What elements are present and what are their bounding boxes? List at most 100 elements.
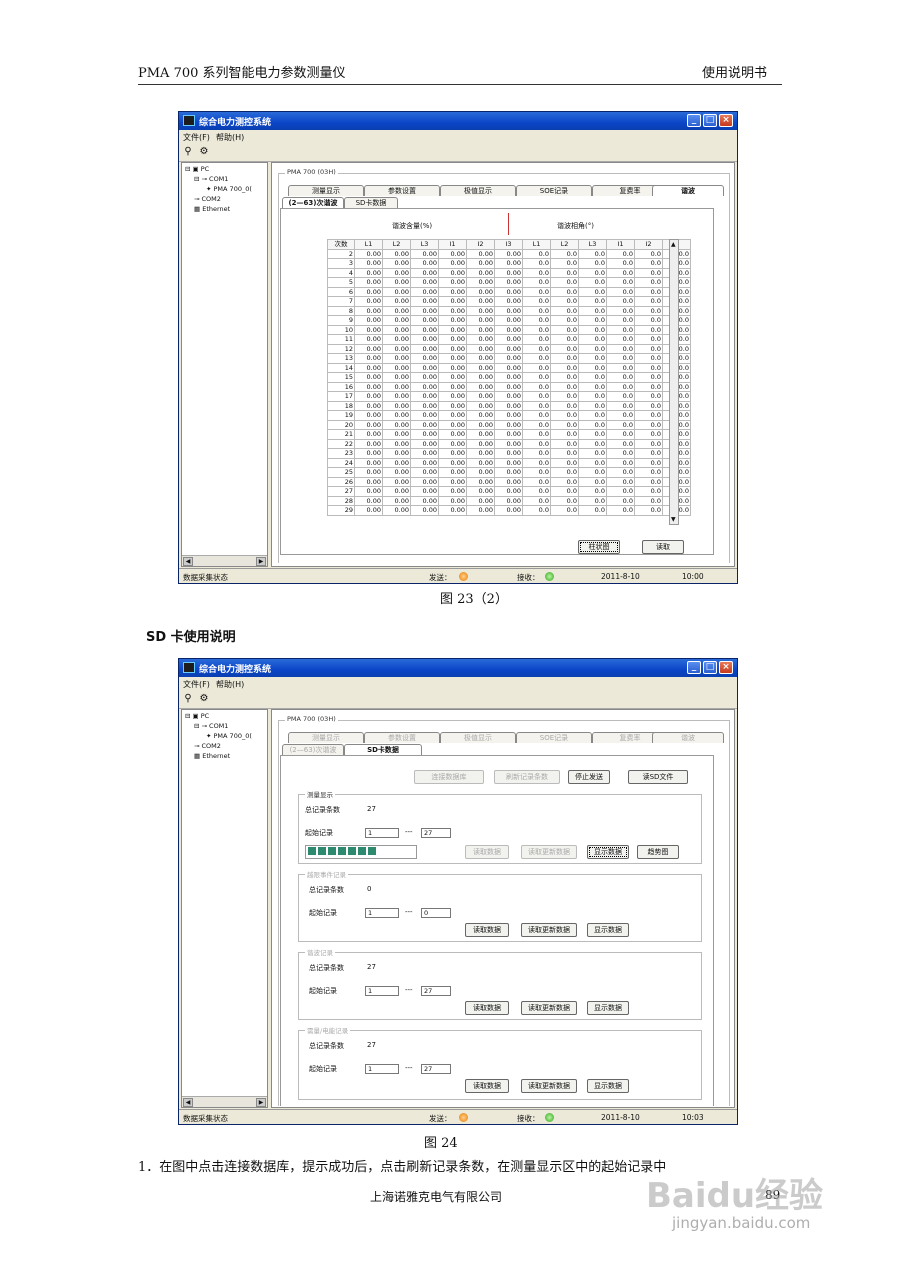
- close-icon[interactable]: ×: [719, 661, 733, 674]
- start-record-from[interactable]: 1: [365, 1064, 399, 1074]
- show-data-button[interactable]: 显示数据: [587, 1079, 629, 1093]
- scroll-right-icon[interactable]: ▶: [256, 1098, 266, 1107]
- tree-node-com2[interactable]: ⊸ COM2: [194, 195, 221, 203]
- subtab-sdcard[interactable]: SD卡数据: [344, 744, 422, 755]
- table-row[interactable]: 18 0.00 0.00 0.00 0.00 0.00 0.00 0.0 0.0 0.0 0.0 0.…: [327, 400, 691, 411]
- column-header[interactable]: L2: [382, 239, 411, 250]
- tree-scrollbar[interactable]: ◀ ▶: [182, 1096, 267, 1107]
- tree-node-device[interactable]: ✦ PMA 700_0(: [206, 732, 252, 740]
- stop-send-button[interactable]: 停止发送: [568, 770, 610, 784]
- show-data-button[interactable]: 显示数据: [587, 923, 629, 937]
- table-row[interactable]: 13 0.00 0.00 0.00 0.00 0.00 0.00 0.0 0.0 0.0 0.0 0.…: [327, 353, 691, 364]
- tree-node-ethernet[interactable]: ▦ Ethernet: [194, 752, 230, 760]
- table-row[interactable]: 9 0.00 0.00 0.00 0.00 0.00 0.00 0.0 0.0 0.0 0.0 0.0…: [327, 315, 691, 326]
- column-header[interactable]: I1: [606, 239, 635, 250]
- column-header[interactable]: I1: [438, 239, 467, 250]
- table-row[interactable]: 11 0.00 0.00 0.00 0.00 0.00 0.00 0.0 0.0 0.0 0.0 0.…: [327, 334, 691, 345]
- refresh-count-button[interactable]: 刷新记录条数: [494, 770, 560, 784]
- tree-node-pc[interactable]: ⊟ ▣ PC: [185, 712, 209, 720]
- tab-extreme[interactable]: 极值显示: [440, 732, 516, 743]
- menu-help[interactable]: 帮助(H): [216, 132, 244, 143]
- start-record-to[interactable]: 0: [421, 908, 451, 918]
- column-header[interactable]: L3: [410, 239, 439, 250]
- start-record-from[interactable]: 1: [365, 828, 399, 838]
- maximize-icon[interactable]: □: [703, 661, 717, 674]
- connect-db-button[interactable]: 连接数据库: [414, 770, 484, 784]
- table-row[interactable]: 28 0.00 0.00 0.00 0.00 0.00 0.00 0.0 0.0 0.0 0.0 0.…: [327, 495, 691, 506]
- tab-soe[interactable]: SOE记录: [516, 185, 592, 196]
- table-row[interactable]: 27 0.00 0.00 0.00 0.00 0.00 0.00 0.0 0.0 0.0 0.0 0.…: [327, 486, 691, 497]
- start-record-to[interactable]: 27: [421, 828, 451, 838]
- table-row[interactable]: 17 0.00 0.00 0.00 0.00 0.00 0.00 0.0 0.0 0.0 0.0 0.…: [327, 391, 691, 402]
- binoculars-icon[interactable]: ⚲: [182, 693, 194, 704]
- table-row[interactable]: 2 0.00 0.00 0.00 0.00 0.00 0.00 0.0 0.0 0.0 0.0 0.0…: [327, 248, 691, 259]
- scroll-down-icon[interactable]: ▼: [671, 516, 676, 523]
- read-data-button[interactable]: 读取数据: [465, 845, 509, 859]
- tree-node-com1[interactable]: ⊟ ⊸ COM1: [194, 722, 228, 730]
- read-update-button[interactable]: 读取更新数据: [521, 923, 577, 937]
- read-button[interactable]: 读取: [642, 540, 684, 554]
- table-row[interactable]: 21 0.00 0.00 0.00 0.00 0.00 0.00 0.0 0.0 0.0 0.0 0.…: [327, 429, 691, 440]
- table-row[interactable]: 14 0.00 0.00 0.00 0.00 0.00 0.00 0.0 0.0 0.0 0.0 0.…: [327, 362, 691, 373]
- column-header[interactable]: L1: [354, 239, 383, 250]
- column-header[interactable]: L2: [550, 239, 579, 250]
- tree-node-com1[interactable]: ⊟ ⊸ COM1: [194, 175, 228, 183]
- column-header[interactable]: L3: [578, 239, 607, 250]
- scroll-left-icon[interactable]: ◀: [183, 1098, 193, 1107]
- binoculars-icon[interactable]: ⚲: [182, 146, 194, 157]
- tab-harmonics[interactable]: 谐波: [652, 732, 724, 743]
- table-row[interactable]: 23 0.00 0.00 0.00 0.00 0.00 0.00 0.0 0.0 0.0 0.0 0.…: [327, 448, 691, 459]
- connect-icon[interactable]: ⚙: [198, 146, 210, 157]
- subtab-sdcard[interactable]: SD卡数据: [344, 197, 398, 208]
- start-record-to[interactable]: 27: [421, 986, 451, 996]
- subtab-harmonics[interactable]: (2—63)次谐波: [282, 197, 344, 208]
- table-row[interactable]: 5 0.00 0.00 0.00 0.00 0.00 0.00 0.0 0.0 0.0 0.0 0.0…: [327, 277, 691, 288]
- minimize-icon[interactable]: _: [687, 661, 701, 674]
- menu-file[interactable]: 文件(F): [183, 132, 210, 143]
- bar-chart-button[interactable]: 柱状图: [578, 540, 620, 554]
- tree-node-com2[interactable]: ⊸ COM2: [194, 742, 221, 750]
- tab-soe[interactable]: SOE记录: [516, 732, 592, 743]
- read-data-button[interactable]: 读取数据: [465, 1001, 509, 1015]
- tree-node-device[interactable]: ✦ PMA 700_0(: [206, 185, 252, 193]
- table-row[interactable]: 24 0.00 0.00 0.00 0.00 0.00 0.00 0.0 0.0 0.0 0.0 0.…: [327, 457, 691, 468]
- table-row[interactable]: 25 0.00 0.00 0.00 0.00 0.00 0.00 0.0 0.0 0.0 0.0 0.…: [327, 467, 691, 478]
- column-header[interactable]: L1: [522, 239, 551, 250]
- start-record-from[interactable]: 1: [365, 986, 399, 996]
- read-update-button[interactable]: 读取更新数据: [521, 1001, 577, 1015]
- table-row[interactable]: 3 0.00 0.00 0.00 0.00 0.00 0.00 0.0 0.0 0.0 0.0 0.0…: [327, 258, 691, 269]
- subtab-harmonics[interactable]: (2—63)次谐波: [282, 744, 344, 755]
- table-row[interactable]: 29 0.00 0.00 0.00 0.00 0.00 0.00 0.0 0.0 0.0 0.0 0.…: [327, 505, 691, 516]
- tab-params[interactable]: 参数设置: [364, 732, 440, 743]
- show-data-button[interactable]: 显示数据: [587, 845, 629, 859]
- read-data-button[interactable]: 读取数据: [465, 1079, 509, 1093]
- tab-harmonics[interactable]: 谐波: [652, 185, 724, 196]
- table-row[interactable]: 4 0.00 0.00 0.00 0.00 0.00 0.00 0.0 0.0 0.0 0.0 0.0…: [327, 267, 691, 278]
- table-row[interactable]: 7 0.00 0.00 0.00 0.00 0.00 0.00 0.0 0.0 0.0 0.0 0.0…: [327, 296, 691, 307]
- read-update-button[interactable]: 读取更新数据: [521, 845, 577, 859]
- menu-help[interactable]: 帮助(H): [216, 679, 244, 690]
- read-sd-file-button[interactable]: 读SD文件: [628, 770, 688, 784]
- column-header[interactable]: I2: [466, 239, 495, 250]
- column-header[interactable]: 次数: [327, 239, 355, 250]
- trend-chart-button[interactable]: 趋势图: [637, 845, 679, 859]
- connect-icon[interactable]: ⚙: [198, 693, 210, 704]
- table-row[interactable]: 8 0.00 0.00 0.00 0.00 0.00 0.00 0.0 0.0 0.0 0.0 0.0…: [327, 305, 691, 316]
- table-row[interactable]: 12 0.00 0.00 0.00 0.00 0.00 0.00 0.0 0.0 0.0 0.0 0.…: [327, 343, 691, 354]
- table-row[interactable]: 16 0.00 0.00 0.00 0.00 0.00 0.00 0.0 0.0 0.0 0.0 0.…: [327, 381, 691, 392]
- tab-measure[interactable]: 测量显示: [288, 732, 364, 743]
- close-icon[interactable]: ×: [719, 114, 733, 127]
- start-record-to[interactable]: 27: [421, 1064, 451, 1074]
- table-row[interactable]: 22 0.00 0.00 0.00 0.00 0.00 0.00 0.0 0.0 0.0 0.0 0.…: [327, 438, 691, 449]
- start-record-from[interactable]: 1: [365, 908, 399, 918]
- table-row[interactable]: 15 0.00 0.00 0.00 0.00 0.00 0.00 0.0 0.0 0.0 0.0 0.…: [327, 372, 691, 383]
- read-update-button[interactable]: 读取更新数据: [521, 1079, 577, 1093]
- maximize-icon[interactable]: □: [703, 114, 717, 127]
- scroll-right-icon[interactable]: ▶: [256, 557, 266, 566]
- table-row[interactable]: 26 0.00 0.00 0.00 0.00 0.00 0.00 0.0 0.0 0.0 0.0 0.…: [327, 476, 691, 487]
- table-row[interactable]: 10 0.00 0.00 0.00 0.00 0.00 0.00 0.0 0.0 0.0 0.0 0.…: [327, 324, 691, 335]
- tree-node-pc[interactable]: ⊟ ▣ PC: [185, 165, 209, 173]
- show-data-button[interactable]: 显示数据: [587, 1001, 629, 1015]
- scroll-left-icon[interactable]: ◀: [183, 557, 193, 566]
- tree-node-ethernet[interactable]: ▦ Ethernet: [194, 205, 230, 213]
